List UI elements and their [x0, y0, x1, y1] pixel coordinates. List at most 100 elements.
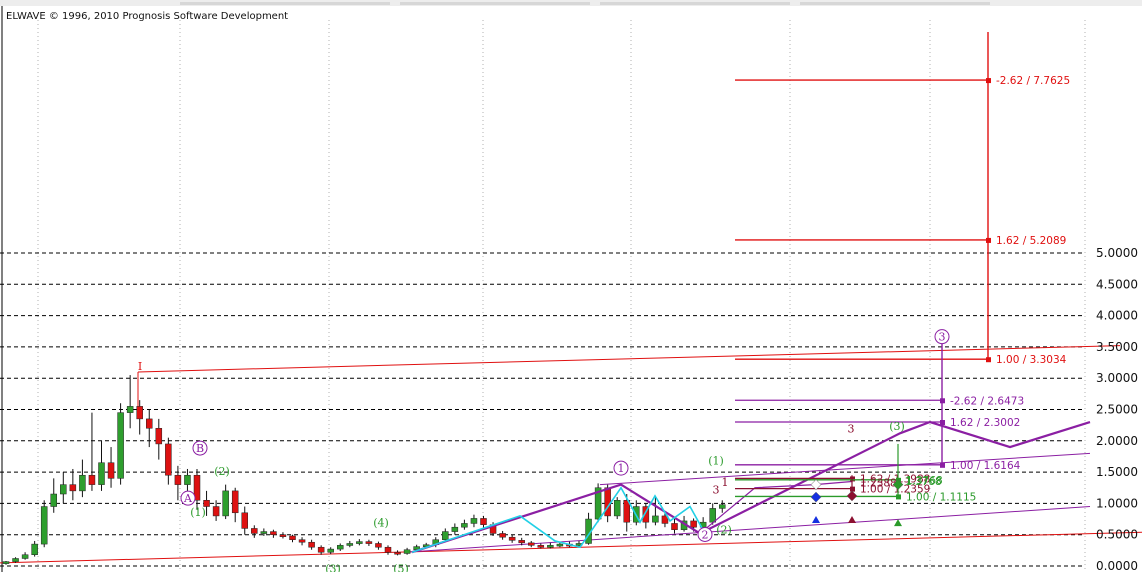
- fibonacci-targets: -2.62 / 7.7625 1.62 / 5.2089 1.00 / 3.3034…: [735, 32, 1070, 527]
- copyright-credit: ELWAVE © 1996, 2010 Prognosis Software D…: [6, 11, 288, 22]
- wave-label: 1: [722, 476, 729, 489]
- candle: [40, 500, 48, 548]
- candle-body: [212, 506, 220, 517]
- candle: [508, 534, 516, 543]
- wave-label: 2: [702, 528, 709, 541]
- y-tick-label: 0.5000: [1096, 528, 1138, 542]
- fib-level-label: -2.62 / 2.6473: [950, 395, 1024, 407]
- candle-body: [289, 535, 296, 540]
- candle-body: [2, 561, 10, 564]
- candle: [2, 560, 10, 565]
- fib-overlay-label: 1.3768: [905, 476, 942, 488]
- candle: [470, 514, 478, 528]
- candle: [155, 418, 163, 460]
- candle-body: [346, 543, 354, 546]
- candle-body: [403, 549, 411, 554]
- y-tick-label: 2.0000: [1096, 434, 1138, 448]
- candle: [719, 500, 726, 513]
- candle: [451, 523, 459, 535]
- candle-body: [126, 406, 134, 413]
- candle-body: [40, 506, 48, 545]
- candle: [146, 409, 153, 448]
- candle-body: [461, 523, 468, 528]
- candle-body: [69, 484, 77, 492]
- candle: [365, 539, 373, 546]
- candle: [461, 519, 468, 530]
- candle: [337, 543, 344, 551]
- wave-label: (2): [214, 465, 230, 478]
- candle-body: [222, 490, 229, 517]
- wave-label: I: [138, 360, 142, 373]
- candle-body: [231, 490, 239, 514]
- candle-body: [499, 533, 506, 538]
- candle-body: [107, 462, 115, 479]
- candle: [298, 537, 306, 546]
- candle: [537, 543, 545, 549]
- candle: [289, 534, 296, 543]
- candle-body: [547, 545, 554, 548]
- candle: [98, 440, 105, 491]
- candle: [69, 468, 77, 501]
- y-tick-label: 4.0000: [1096, 309, 1138, 323]
- candle-body: [556, 543, 564, 547]
- candle: [107, 447, 115, 488]
- candle: [499, 530, 506, 540]
- candle-body: [394, 551, 401, 555]
- candle-body: [604, 487, 611, 517]
- candle: [317, 545, 325, 555]
- y-tick-label: 3.0000: [1096, 371, 1138, 385]
- candle-body: [528, 542, 535, 546]
- candle-body: [375, 543, 382, 548]
- candle: [585, 512, 592, 545]
- fib-level-label: 1.00 / 1.1115: [906, 491, 976, 503]
- purple-wave-path: [411, 420, 1091, 554]
- candle: [356, 539, 363, 546]
- candle: [270, 529, 277, 538]
- candle-body: [451, 526, 459, 532]
- fib-level-label: 1.62 / 5.2089: [996, 235, 1066, 247]
- wave-label: 1: [618, 462, 625, 475]
- candle: [346, 540, 354, 548]
- y-tick-label: 2.5000: [1096, 403, 1138, 417]
- candle-body: [165, 443, 172, 476]
- candle: [528, 540, 535, 548]
- candle: [613, 497, 621, 520]
- purple-lower-channel: [404, 506, 1091, 553]
- candle-body: [60, 484, 67, 495]
- candle: [88, 412, 96, 491]
- green-triangle-marker: [894, 519, 902, 527]
- candle-body: [146, 418, 153, 429]
- candle: [251, 525, 258, 538]
- candle-body: [508, 536, 516, 541]
- cyan-subwave-path: [411, 486, 706, 553]
- candle: [384, 545, 392, 555]
- candle-body: [470, 518, 478, 524]
- candle-body: [671, 523, 678, 530]
- y-tick-label: 0.0000: [1096, 559, 1138, 572]
- candle: [21, 552, 29, 560]
- wave-label: (3): [889, 420, 905, 433]
- horizontal-gridlines: [0, 252, 1085, 567]
- candle-body: [79, 474, 86, 492]
- wave-label: (4): [373, 517, 389, 530]
- wave-paths: [411, 420, 1091, 554]
- candle: [375, 541, 382, 550]
- candle: [165, 437, 172, 485]
- candle-body: [337, 545, 344, 550]
- y-axis: 0.0000 0.5000 1.0000 1.5000 2.0000 2.5000 3.00…: [1096, 246, 1138, 572]
- fib-level-label: 1.00 / 1.6164: [950, 460, 1021, 472]
- candle: [222, 484, 229, 520]
- candle-body: [184, 474, 191, 485]
- price-chart[interactable]: ELWAVE © 1996, 2010 Prognosis Software D…: [0, 6, 1142, 572]
- candle-body: [98, 462, 105, 485]
- candle-body: [279, 534, 287, 537]
- candle-body: [50, 493, 57, 507]
- candle: [241, 506, 248, 535]
- candle: [308, 539, 315, 550]
- wave-labels: IBA(2)(1)(4)(3)(5)C1(1)132(2)3(3)3: [138, 329, 950, 572]
- fib-level-label: 1.62 / 2.3002: [950, 417, 1020, 429]
- maroon-diamond-marker: [846, 490, 858, 502]
- fib-overlay-label: 1.2388: [860, 478, 897, 490]
- candle: [79, 459, 86, 498]
- candle: [480, 515, 487, 529]
